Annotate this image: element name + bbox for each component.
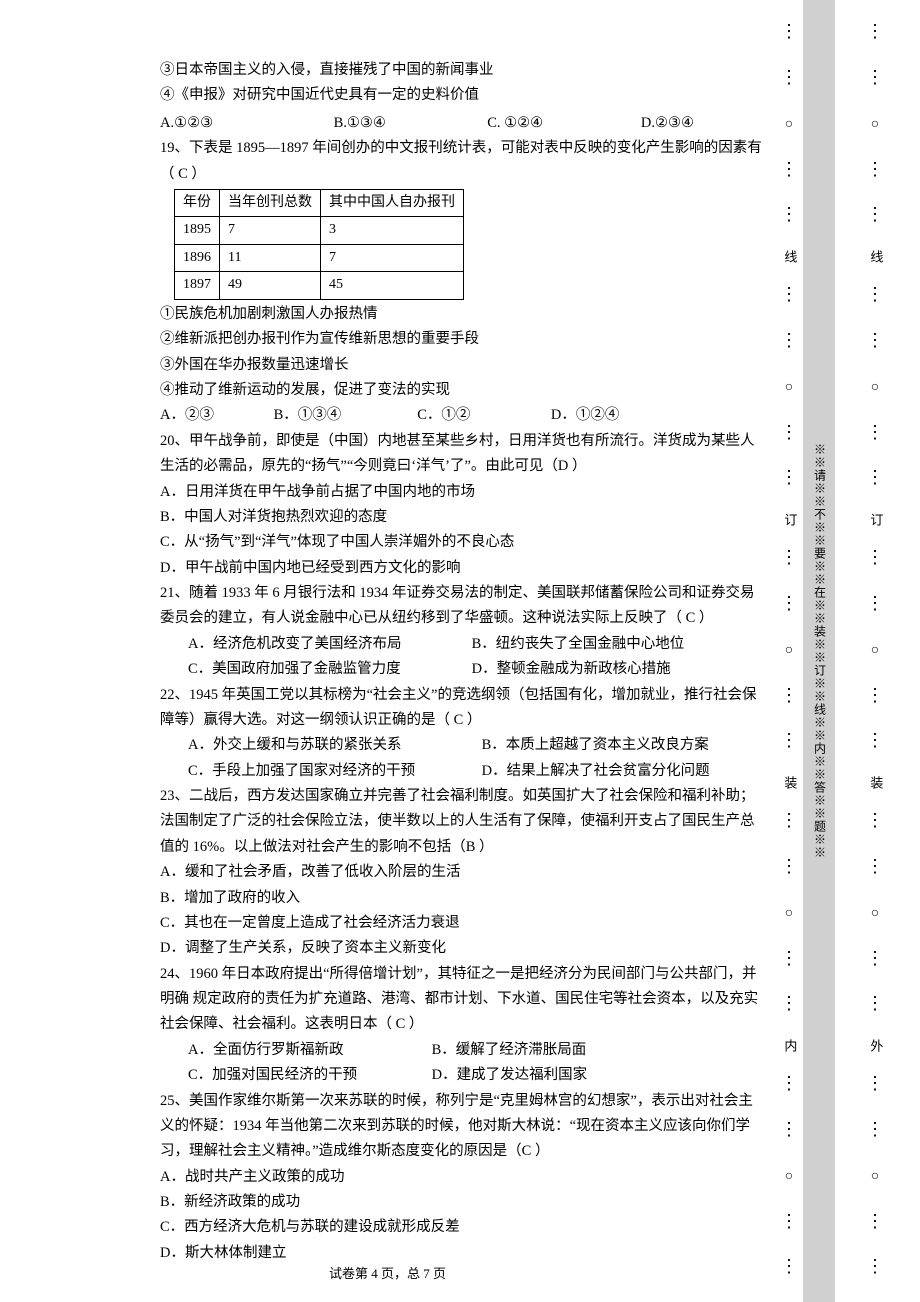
q19: 19、下表是 1895—1897 年间创办的中文报刊统计表，可能对表中反映的变化…: [160, 136, 763, 429]
q24: 24、1960 年日本政府提出“所得倍增计划”，其特征之一是把经济分为民间部门与…: [160, 962, 763, 1089]
opt-b: B.①③④: [334, 111, 484, 136]
opt-c: C．其也在一定曾度上造成了社会经济活力衰退: [160, 911, 763, 936]
q19-i4: ④推动了维新运动的发展，促进了变法的实现: [160, 378, 763, 403]
gutter-gap: [835, 0, 861, 1302]
opt-d: D．建成了发达福利国家: [432, 1063, 587, 1088]
q20: 20、甲午战争前，即使是（中国）内地甚至某些乡村，日用洋货也有所流行。洋货成为某…: [160, 429, 763, 581]
q22: 22、1945 年英国工党以其标榜为“社会主义”的竞选纲领（包括国有化，增加就业…: [160, 683, 763, 785]
opt-b: B．中国人对洋货抱热烈欢迎的态度: [160, 505, 763, 530]
opt-b: B．新经济政策的成功: [160, 1190, 763, 1215]
opt-d: D．结果上解决了社会贫富分化问题: [482, 759, 710, 784]
opt-c: C. ①②④: [487, 111, 637, 136]
q21-stem: 21、随着 1933 年 6 月银行法和 1934 年证券交易法的制定、美国联邦…: [160, 581, 763, 632]
q24-row2: C．加强对国民经济的干预 D．建成了发达福利国家: [160, 1063, 763, 1088]
item-4: ④《申报》对研究中国近代史具有一定的史料价值: [160, 83, 763, 108]
opt-c: C．加强对国民经济的干预: [188, 1063, 428, 1088]
opt-a: A．全面仿行罗斯福新政: [188, 1038, 428, 1063]
q19-table: 年份 当年创刊总数 其中中国人自办报刊 1895 7 3 1896 11 7 1…: [174, 189, 464, 300]
label-ding-r: 订: [864, 513, 887, 526]
q19-i1: ①民族危机加剧刺激国人办报热情: [160, 302, 763, 327]
gutter-col-left: 线 订 装 内: [775, 0, 803, 1302]
q19-stem: 19、下表是 1895—1897 年间创办的中文报刊统计表，可能对表中反映的变化…: [160, 136, 763, 187]
q22-stem: 22、1945 年英国工党以其标榜为“社会主义”的竞选纲领（包括国有化，增加就业…: [160, 683, 763, 734]
opt-d: D．①②④: [551, 403, 619, 428]
th-total: 当年创刊总数: [220, 189, 321, 217]
opt-b: B．纽约丧失了全国金融中心地位: [472, 632, 685, 657]
q21-row1: A．经济危机改变了美国经济布局 B．纽约丧失了全国金融中心地位: [160, 632, 763, 657]
opt-d: D．甲午战前中国内地已经受到西方文化的影响: [160, 556, 763, 581]
page-footer: 试卷第 4 页，总 7 页: [0, 1263, 775, 1286]
q19-i3: ③外国在华办报数量迅速增长: [160, 353, 763, 378]
gutter-col-shade: ※※请※※不※※要※※在※※装※※订※※线※※内※※答※※题※※: [803, 0, 835, 1302]
q19-options: A．②③ B．①③④ C．①② D．①②④: [160, 403, 763, 428]
q23: 23、二战后，西方发达国家确立并完善了社会福利制度。如英国扩大了社会保险和福利补…: [160, 784, 763, 962]
opt-d: D．整顿金融成为新政核心措施: [472, 657, 671, 682]
opt-b: B．①③④: [274, 403, 414, 428]
gutter-col-right: 线 订 装 外: [861, 0, 889, 1302]
q20-stem: 20、甲午战争前，即使是（中国）内地甚至某些乡村，日用洋货也有所流行。洋货成为某…: [160, 429, 763, 480]
table-row: 1897 49 45: [175, 272, 464, 300]
q22-row1: A．外交上缓和与苏联的紧张关系 B．本质上超越了资本主义改良方案: [160, 733, 763, 758]
q21-row2: C．美国政府加强了金融监管力度 D．整顿金融成为新政核心措施: [160, 657, 763, 682]
q24-stem: 24、1960 年日本政府提出“所得倍增计划”，其特征之一是把经济分为民间部门与…: [160, 962, 763, 1038]
q24-row1: A．全面仿行罗斯福新政 B．缓解了经济滞胀局面: [160, 1038, 763, 1063]
table-head: 年份 当年创刊总数 其中中国人自办报刊: [175, 189, 464, 217]
opt-a: A．外交上缓和与苏联的紧张关系: [188, 733, 478, 758]
q22-row2: C．手段上加强了国家对经济的干预 D．结果上解决了社会贫富分化问题: [160, 759, 763, 784]
label-nei: 内: [778, 1039, 801, 1052]
label-xian-r: 线: [864, 250, 887, 263]
continued-items: ③日本帝国主义的入侵，直接摧残了中国的新闻事业 ④《申报》对研究中国近代史具有一…: [160, 58, 763, 109]
th-chinese: 其中中国人自办报刊: [321, 189, 464, 217]
opt-c: C．手段上加强了国家对经济的干预: [188, 759, 478, 784]
opt-c: C．美国政府加强了金融监管力度: [188, 657, 468, 682]
table-row: 1895 7 3: [175, 217, 464, 245]
table-row: 1896 11 7: [175, 244, 464, 272]
binding-gutter: 线 订 装 内 ※※请※※不※※要※※在※※装※※订※※线※※内※※答※※题※※…: [775, 0, 920, 1302]
q19-i2: ②维新派把创办报刊作为宣传维新思想的重要手段: [160, 327, 763, 352]
opt-a: A．缓和了社会矛盾，改善了低收入阶层的生活: [160, 860, 763, 885]
th-year: 年份: [175, 189, 220, 217]
q25-stem: 25、美国作家维尔斯第一次来苏联的时候，称列宁是“克里姆林宫的幻想家”，表示出对…: [160, 1089, 763, 1165]
label-ding: 订: [778, 513, 801, 526]
label-zhuang-r: 装: [864, 776, 887, 789]
opt-b: B．缓解了经济滞胀局面: [432, 1038, 587, 1063]
opt-d: D．调整了生产关系，反映了资本主义新变化: [160, 936, 763, 961]
opt-d: D.②③④: [641, 111, 694, 136]
opt-a: A．②③: [160, 403, 270, 428]
opt-c: C．从“扬气”到“洋气”体现了中国人崇洋媚外的不良心态: [160, 530, 763, 555]
label-zhuang: 装: [778, 776, 801, 789]
opt-a: A．日用洋货在甲午战争前占据了中国内地的市场: [160, 480, 763, 505]
label-wai: 外: [864, 1039, 887, 1052]
opt-b: B．增加了政府的收入: [160, 886, 763, 911]
gutter-warning: ※※请※※不※※要※※在※※装※※订※※线※※内※※答※※题※※: [809, 443, 830, 859]
q25: 25、美国作家维尔斯第一次来苏联的时候，称列宁是“克里姆林宫的幻想家”，表示出对…: [160, 1089, 763, 1267]
opt-a: A．战时共产主义政策的成功: [160, 1165, 763, 1190]
opt-b: B．本质上超越了资本主义改良方案: [482, 733, 709, 758]
exam-page: ③日本帝国主义的入侵，直接摧残了中国的新闻事业 ④《申报》对研究中国近代史具有一…: [0, 0, 775, 1302]
item-3: ③日本帝国主义的入侵，直接摧残了中国的新闻事业: [160, 58, 763, 83]
opt-c: C．①②: [417, 403, 547, 428]
q18-options: A.①②③ B.①③④ C. ①②④ D.②③④: [160, 111, 763, 136]
q21: 21、随着 1933 年 6 月银行法和 1934 年证券交易法的制定、美国联邦…: [160, 581, 763, 683]
q23-stem: 23、二战后，西方发达国家确立并完善了社会福利制度。如英国扩大了社会保险和福利补…: [160, 784, 763, 860]
opt-a: A.①②③: [160, 111, 330, 136]
label-xian: 线: [778, 250, 801, 263]
opt-a: A．经济危机改变了美国经济布局: [188, 632, 468, 657]
opt-c: C．西方经济大危机与苏联的建设成就形成反差: [160, 1215, 763, 1240]
